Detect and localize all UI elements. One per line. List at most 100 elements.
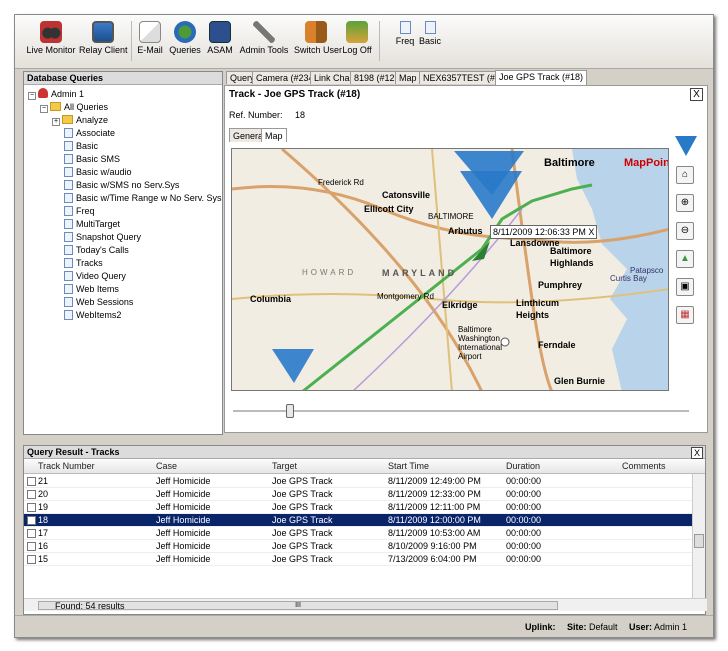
tooltip-close-icon[interactable]: X [588, 227, 594, 237]
row-checkbox[interactable] [27, 555, 36, 564]
tree-item[interactable]: Freq [64, 205, 95, 217]
table-cell-track: 21 [38, 476, 49, 486]
column-header[interactable]: Duration [506, 461, 540, 471]
row-checkbox[interactable] [27, 529, 36, 538]
table-row[interactable]: 16 Jeff Homicide Joe GPS Track 8/10/2009 9:… [24, 540, 693, 553]
tree-folder[interactable]: − All Queries [40, 101, 108, 113]
collapse-icon[interactable]: − [28, 92, 36, 100]
basic-button[interactable]: Basic [419, 21, 441, 65]
row-checkbox[interactable] [27, 477, 36, 486]
scroll-thumb[interactable] [694, 534, 704, 548]
column-header[interactable]: Comments [622, 461, 666, 471]
table-row[interactable]: 15 Jeff Homicide Joe GPS Track 7/13/2009 6:… [24, 553, 693, 566]
close-icon[interactable]: X [691, 447, 703, 459]
asam-button[interactable]: ASAM [205, 21, 235, 65]
row-checkbox[interactable] [27, 516, 36, 525]
subtab-map[interactable]: Map [261, 128, 287, 142]
table-cell-target: Joe GPS Track [272, 502, 333, 512]
query-icon [64, 180, 73, 190]
switch-user-button[interactable]: Switch User [294, 21, 342, 65]
column-header[interactable]: Target [272, 461, 297, 471]
query-icon [64, 154, 73, 164]
horizontal-scrollbar[interactable]: III [24, 598, 707, 611]
table-row[interactable]: 17 Jeff Homicide Joe GPS Track 8/11/2009 10… [24, 527, 693, 540]
monitor-icon [92, 21, 114, 43]
zoom-out-icon[interactable]: ⊖ [676, 222, 694, 240]
table-cell-case: Jeff Homicide [156, 541, 211, 551]
tree-item[interactable]: Web Sessions [64, 296, 133, 308]
email-button[interactable]: E-Mail [135, 21, 165, 65]
layers-icon[interactable]: ▦ [676, 306, 694, 324]
map-label: Patapsco [630, 266, 664, 275]
collapse-icon[interactable]: − [40, 105, 48, 113]
tree-root[interactable]: − Admin 1 [28, 88, 84, 100]
tree-item[interactable]: Video Query [64, 270, 126, 282]
table-cell-target: Joe GPS Track [272, 489, 333, 499]
tree-item[interactable]: Today's Calls [64, 244, 129, 256]
tree-item[interactable]: Associate [64, 127, 115, 139]
column-header[interactable]: Start Time [388, 461, 429, 471]
folder-icon [62, 115, 73, 124]
table-cell-case: Jeff Homicide [156, 515, 211, 525]
table-row[interactable]: 21 Jeff Homicide Joe GPS Track 8/11/2009 12… [24, 475, 693, 488]
tree-item[interactable]: Basic w/audio [64, 166, 132, 178]
live-monitor-button[interactable]: Live Monitor [25, 21, 77, 65]
home-icon[interactable]: ⌂ [676, 166, 694, 184]
tree-item[interactable]: MultiTarget [64, 218, 120, 230]
table-cell-track: 16 [38, 541, 49, 551]
queries-button[interactable]: Queries [169, 21, 201, 65]
table-header: Track Number Case Target Start Time Dura… [24, 460, 705, 474]
column-header[interactable]: Case [156, 461, 177, 471]
row-checkbox[interactable] [27, 490, 36, 499]
status-bar: Uplink: Site: Default User: Admin 1 [15, 615, 713, 637]
log-off-button[interactable]: Log Off [341, 21, 373, 65]
binoculars-icon [40, 21, 62, 43]
row-checkbox[interactable] [27, 503, 36, 512]
close-icon[interactable]: X [690, 88, 703, 101]
table-cell-case: Jeff Homicide [156, 528, 211, 538]
freq-button[interactable]: Freq [395, 21, 415, 65]
table-cell-duration: 00:00:00 [506, 554, 542, 564]
query-icon [64, 128, 73, 138]
table-row[interactable]: 18 Jeff Homicide Joe GPS Track 8/11/2009 12… [24, 514, 693, 527]
tree-item[interactable]: WebItems2 [64, 309, 121, 321]
map-view[interactable]: Baltimore MapPoint Catonsville Ellicott … [231, 148, 669, 391]
table-cell-start: 7/13/2009 6:04:00 PM [388, 554, 477, 564]
save-icon[interactable]: ▣ [676, 278, 694, 296]
tree-item[interactable]: Snapshot Query [64, 231, 141, 243]
tree-item[interactable]: Tracks [64, 257, 103, 269]
expand-icon[interactable]: + [52, 118, 60, 126]
table-cell-case: Jeff Homicide [156, 476, 211, 486]
relay-client-button[interactable]: Relay Client [79, 21, 128, 65]
slider-thumb[interactable] [286, 404, 294, 418]
mappoint-logo: MapPoint [624, 157, 669, 169]
admin-tools-button[interactable]: Admin Tools [238, 21, 290, 65]
timeline-slider[interactable] [231, 404, 693, 424]
row-checkbox[interactable] [27, 542, 36, 551]
table-row[interactable]: 20 Jeff Homicide Joe GPS Track 8/11/2009 12… [24, 488, 693, 501]
globe-icon [174, 21, 196, 43]
document-icon [424, 21, 436, 34]
tree-item[interactable]: Basic w/SMS no Serv.Sys [64, 179, 179, 191]
query-icon [64, 297, 73, 307]
table-cell-duration: 00:00:00 [506, 541, 542, 551]
map-label: HOWARD [302, 268, 357, 277]
tab-map[interactable]: Map [395, 71, 421, 84]
tree-item[interactable]: Web Items [64, 283, 119, 295]
table-row[interactable]: 19 Jeff Homicide Joe GPS Track 8/11/2009 12… [24, 501, 693, 514]
tab-joe-gps-track[interactable]: Joe GPS Track (#18) [495, 70, 588, 85]
route-icon[interactable]: ▲ [676, 250, 694, 268]
tree-item[interactable]: + Analyze [52, 114, 108, 126]
tree-item[interactable]: Basic w/Time Range w No Serv. Sys [64, 192, 222, 204]
table-cell-start: 8/11/2009 12:49:00 PM [388, 476, 481, 486]
table-cell-start: 8/11/2009 12:11:00 PM [388, 502, 481, 512]
tree-item[interactable]: Basic SMS [64, 153, 120, 165]
tree-item[interactable]: Basic [64, 140, 98, 152]
app-window: Live Monitor Relay Client E-Mail Queries… [14, 14, 714, 638]
table-cell-case: Jeff Homicide [156, 502, 211, 512]
zoom-in-icon[interactable]: ⊕ [676, 194, 694, 212]
table-cell-target: Joe GPS Track [272, 515, 333, 525]
column-header[interactable]: Track Number [38, 461, 95, 471]
table-cell-start: 8/11/2009 10:53:00 AM [388, 528, 481, 538]
vertical-scrollbar[interactable] [692, 474, 705, 598]
